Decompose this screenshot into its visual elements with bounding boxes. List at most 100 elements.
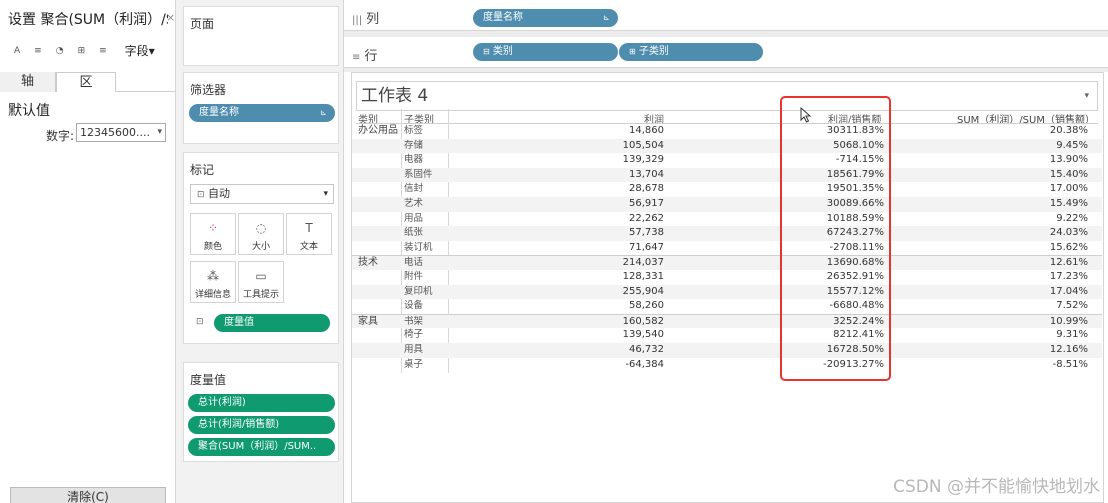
cell-ratio: 30311.83% xyxy=(826,125,884,136)
cell-ratio: -6680.48% xyxy=(829,300,884,312)
cell-aggregate: 9.22% xyxy=(1056,212,1088,224)
size-label: 大小 xyxy=(251,242,270,252)
cell-ratio: 10188.59% xyxy=(826,212,884,224)
tab-pane[interactable]: 区 xyxy=(56,72,116,92)
columns-shelf-text: 列 xyxy=(366,12,380,27)
cell-profit: 105,504 xyxy=(622,139,664,151)
pages-card[interactable]: 页面 xyxy=(183,6,339,66)
close-icon[interactable]: × xyxy=(166,11,175,24)
cell-aggregate: 15.49% xyxy=(1049,197,1088,209)
rows-shelf[interactable]: ≡ 行 ⊟ 类别 ⊞ 子类别 xyxy=(344,37,1108,68)
cell-profit: 160,582 xyxy=(622,315,664,327)
number-format-select[interactable]: 12345600.... ▾ xyxy=(76,123,166,142)
table-row[interactable]: 系固件 13,704 18561.79% 15.40% xyxy=(352,167,1102,183)
tab-axis[interactable]: 轴 xyxy=(0,72,56,92)
size-button[interactable]: ◌ 大小 xyxy=(238,213,284,255)
rows-pill-category[interactable]: ⊟ 类别 xyxy=(473,43,618,61)
table-row[interactable]: 附件 128,331 26352.91% 17.23% xyxy=(352,270,1102,285)
row-category: 技术 xyxy=(358,257,378,269)
clear-button[interactable]: 清除(C) xyxy=(10,487,166,503)
table-row[interactable]: 办公用品 标签 14,860 30311.83% 20.38% xyxy=(352,124,1102,139)
row-subcategory: 纸张 xyxy=(404,227,424,239)
table-row[interactable]: 用具 46,732 16728.50% 12.16% xyxy=(352,342,1102,358)
filters-card[interactable]: 筛选器 度量名称 ⊾ xyxy=(183,72,339,144)
watermark: CSDN @并不能愉快地划水 xyxy=(893,477,1100,497)
row-subcategory: 存储 xyxy=(404,139,424,151)
rows-shelf-text: 行 xyxy=(364,49,378,64)
worksheet-title[interactable]: 工作表 4 ▾ xyxy=(356,81,1098,111)
format-tabs: 轴 区 xyxy=(0,72,176,92)
expand-icon: ⊟ xyxy=(483,47,490,56)
table-row[interactable]: 艺术 56,917 30089.66% 15.49% xyxy=(352,196,1102,212)
color-label: 颜色 xyxy=(203,242,222,252)
cell-aggregate: 9.45% xyxy=(1056,139,1088,151)
align-icon[interactable]: ≡ xyxy=(34,46,42,56)
cell-ratio: 67243.27% xyxy=(826,227,884,239)
tooltip-button[interactable]: ▭ 工具提示 xyxy=(238,261,284,303)
cell-ratio: -20913.27% xyxy=(823,358,884,370)
rows-pill-subcategory-label: 子类别 xyxy=(638,46,669,57)
table-row[interactable]: 复印机 255,904 15577.12% 17.04% xyxy=(352,284,1102,300)
table-row[interactable]: 桌子 -64,384 -20913.27% -8.51% xyxy=(352,358,1102,373)
measure-pill-ratio[interactable]: 总计(利润/销售额) xyxy=(188,416,335,434)
mark-type-icon: ⊡ xyxy=(197,190,205,200)
measure-pill-aggregate[interactable]: 聚合(SUM（利润）/SUM.. xyxy=(188,438,335,456)
cell-ratio: 26352.91% xyxy=(826,270,884,282)
table-row[interactable]: 存储 105,504 5068.10% 9.45% xyxy=(352,138,1102,154)
cell-profit: 71,647 xyxy=(629,241,664,253)
table-row[interactable]: 技术 电话 214,037 13690.68% 12.61% xyxy=(352,255,1102,270)
borders-icon[interactable]: ⊞ xyxy=(78,46,86,56)
columns-shelf[interactable]: ||| 列 度量名称 ⊾ xyxy=(344,0,1108,31)
cell-ratio: 5068.10% xyxy=(833,139,884,151)
row-category: 办公用品 xyxy=(358,125,398,136)
table-row[interactable]: 电器 139,329 -714.15% 13.90% xyxy=(352,153,1102,168)
shading-icon[interactable]: ◔ xyxy=(56,46,64,56)
cell-aggregate: 9.31% xyxy=(1056,329,1088,341)
columns-pill-label: 度量名称 xyxy=(483,12,523,23)
text-button[interactable]: T 文本 xyxy=(286,213,332,255)
cell-aggregate: 12.61% xyxy=(1049,257,1088,269)
detail-button[interactable]: ⁂ 详细信息 xyxy=(190,261,236,303)
detail-label: 详细信息 xyxy=(194,290,231,300)
marks-pill-measure-values[interactable]: 度量值 xyxy=(214,314,330,332)
chevron-down-icon: ▾ xyxy=(148,44,155,58)
rows-pill-subcategory[interactable]: ⊞ 子类别 xyxy=(619,43,763,61)
cell-aggregate: 17.23% xyxy=(1049,270,1088,282)
marks-card-title: 标记 xyxy=(190,163,215,177)
row-subcategory: 装订机 xyxy=(404,241,433,253)
lines-icon[interactable]: ≡ xyxy=(99,46,107,56)
cell-ratio: 18561.79% xyxy=(826,168,884,180)
format-pane: 设置 聚合(SUM（利润）/SUM（销售额)) 的格式 × A ≡ ◔ ⊞ ≡ … xyxy=(0,0,176,503)
pages-card-title: 页面 xyxy=(190,17,215,31)
row-subcategory: 桌子 xyxy=(404,358,424,370)
detail-icon: ⁂ xyxy=(207,269,219,283)
table-row[interactable]: 信封 28,678 19501.35% 17.00% xyxy=(352,182,1102,197)
chevron-down-icon[interactable]: ▾ xyxy=(1084,82,1089,110)
table-row[interactable]: 家具 书架 160,582 3252.24% 10.99% xyxy=(352,313,1102,329)
table-row[interactable]: 椅子 139,540 8212.41% 9.31% xyxy=(352,328,1102,343)
row-subcategory: 信封 xyxy=(404,183,424,195)
filter-pill-label: 度量名称 xyxy=(199,107,239,118)
table-row[interactable]: 用品 22,262 10188.59% 9.22% xyxy=(352,212,1102,227)
font-icon[interactable]: A xyxy=(14,46,20,56)
table-row[interactable]: 装订机 71,647 -2708.11% 15.62% xyxy=(352,241,1102,256)
cell-aggregate: 12.16% xyxy=(1049,343,1088,355)
filter-pill-measure-names[interactable]: 度量名称 ⊾ xyxy=(189,104,335,122)
columns-pill-measure-names[interactable]: 度量名称 ⊾ xyxy=(473,9,618,27)
color-button[interactable]: ⁘ 颜色 xyxy=(190,213,236,255)
row-subcategory: 用具 xyxy=(404,343,424,355)
text-mark-icon: ⊡ xyxy=(196,317,204,327)
table-row[interactable]: 纸张 57,738 67243.27% 24.03% xyxy=(352,226,1102,241)
row-category: 家具 xyxy=(358,315,378,327)
mark-type-value: 自动 xyxy=(208,187,231,200)
field-dropdown[interactable]: 字段▾ xyxy=(125,42,155,59)
row-subcategory: 设备 xyxy=(404,300,424,312)
cell-profit: -64,384 xyxy=(625,358,664,370)
cards-column: 页面 筛选器 度量名称 ⊾ 标记 ⊡ 自动 ▾ ⁘ 颜色 ◌ 大小 T 文本 ⁂… xyxy=(176,0,344,503)
table-row[interactable]: 设备 58,260 -6680.48% 7.52% xyxy=(352,299,1102,314)
measure-pill-profit[interactable]: 总计(利润) xyxy=(188,394,335,412)
cell-ratio: 3252.24% xyxy=(833,315,884,327)
row-subcategory: 书架 xyxy=(404,315,424,327)
cell-aggregate: -8.51% xyxy=(1052,358,1088,370)
mark-type-select[interactable]: ⊡ 自动 ▾ xyxy=(190,184,334,204)
